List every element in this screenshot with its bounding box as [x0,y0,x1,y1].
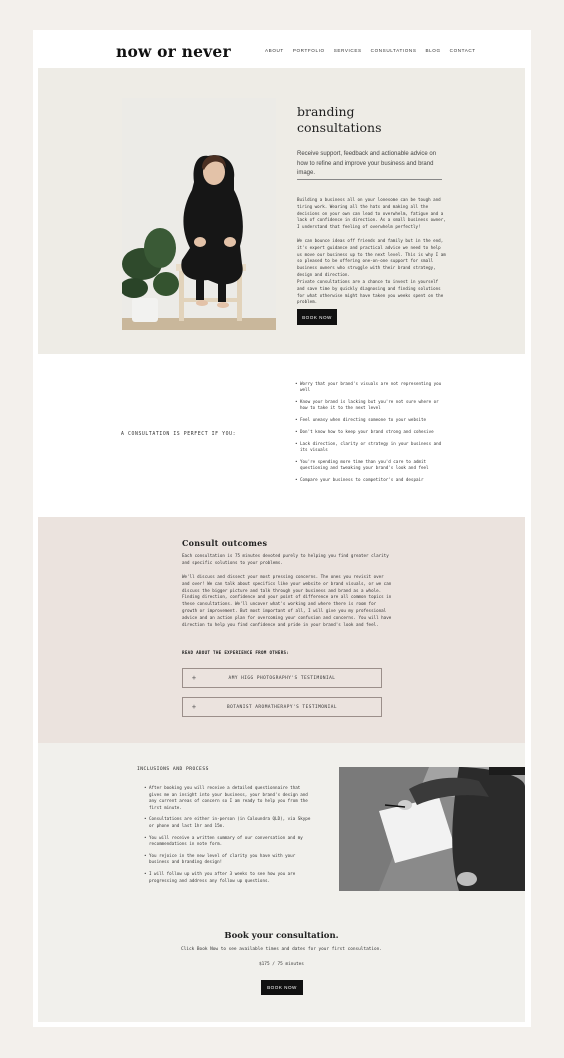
nav-item-services[interactable]: SERVICES [334,48,362,53]
hero-paragraph: We can bounce ideas off friends and fami… [297,238,446,277]
page-title: branding consultations [297,104,382,136]
page-frame: now or never ABOUT PORTFOLIO SERVICES CO… [33,30,531,1027]
perfect-if-label: A CONSULTATION IS PERFECT IF YOU: [121,432,237,437]
plus-icon: + [191,703,197,711]
book-now-button[interactable]: BOOK NOW [261,980,303,995]
inclusions-title: INCLUSIONS AND PROCESS [137,767,209,772]
hero-paragraph: Private consultations are a chance to in… [297,279,444,305]
hero-subtitle: Receive support, feedback and actionable… [297,151,437,176]
nav-item-blog[interactable]: BLOG [425,48,440,53]
main-nav: ABOUT PORTFOLIO SERVICES CONSULTATIONS B… [265,48,476,53]
divider [297,179,442,180]
booking-title: Book your consultation. [224,931,339,941]
hero-paragraph: Building a business all on your lonesome… [297,197,446,230]
outcomes-paragraph: Each consultation is 75 minutes devoted … [182,553,389,565]
nav-item-portfolio[interactable]: PORTFOLIO [293,48,325,53]
hero-section: branding consultations Receive support, … [38,68,525,354]
outcomes-title: Consult outcomes [182,538,268,548]
list-item: Lack direction, clarity or strategy in y… [295,441,445,453]
logo[interactable]: now or never [116,42,231,61]
list-item: Consultations are either in-person (in C… [144,816,314,829]
nav-item-consultations[interactable]: CONSULTATIONS [371,48,417,53]
testimonial-accordion[interactable]: + BOTANIST AROMATHERAPY'S TESTIMONIAL [182,697,382,717]
booking-subtitle: Click Book Now to see available times an… [181,947,382,952]
perfect-if-list: Worry that your brand's visuals are not … [295,381,445,489]
list-item: You're spending more time than you'd car… [295,459,445,471]
writing-photo [339,767,525,891]
page-title-line1: branding [297,104,355,119]
nav-item-contact[interactable]: CONTACT [450,48,476,53]
testimonial-label: AMY HIGG PHOTOGRAPHY'S TESTIMONIAL [228,675,336,681]
inclusions-list: After booking you will receive a detaile… [144,785,314,889]
list-item: After booking you will receive a detaile… [144,785,314,811]
list-item: Know your brand is lacking but you're no… [295,399,445,411]
booking-price: $175 / 75 minutes [259,962,304,967]
list-item: Worry that your brand's visuals are not … [295,381,445,393]
list-item: Compare your business to competitor's an… [295,477,445,483]
outcomes-paragraph: We'll discuss and dissect your most pres… [182,574,392,627]
plus-icon: + [191,674,197,682]
list-item: Don't know how to keep your brand strong… [295,429,445,435]
testimonials-label: READ ABOUT THE EXPERIENCE FROM OTHERS: [182,650,290,655]
portrait-photo [122,98,276,330]
outcomes-section: Consult outcomes Each consultation is 75… [38,517,525,743]
testimonial-label: BOTANIST AROMATHERAPY'S TESTIMONIAL [226,704,338,710]
page-title-line2: consultations [297,120,382,135]
book-now-button[interactable]: BOOK NOW [297,309,337,325]
list-item: Feel uneasy when directing someone to yo… [295,417,445,423]
list-item: You rejoice in the new level of clarity … [144,853,314,866]
list-item: You will receive a written summary of ou… [144,835,314,848]
list-item: I will follow up with you after 3 weeks … [144,871,314,884]
nav-item-about[interactable]: ABOUT [265,48,284,53]
inclusions-section: INCLUSIONS AND PROCESS After booking you… [38,743,525,1022]
testimonial-accordion[interactable]: + AMY HIGG PHOTOGRAPHY'S TESTIMONIAL [182,668,382,688]
